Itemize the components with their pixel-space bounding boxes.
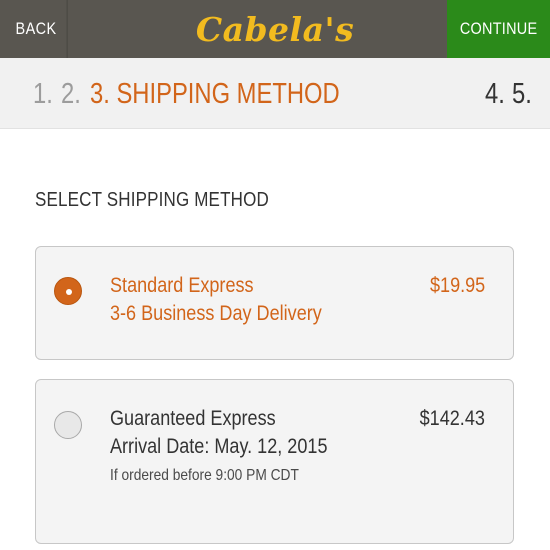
step-5: 5. [512, 78, 532, 110]
step-2[interactable]: 2. [61, 77, 81, 111]
continue-button-label: CONTINUE [459, 19, 538, 38]
option-detail: 3-6 Business Day Delivery [110, 302, 322, 325]
continue-button[interactable]: CONTINUE [447, 0, 550, 58]
option-price: $142.43 [419, 407, 485, 430]
shipping-option-guaranteed[interactable]: Guaranteed Express Arrival Date: May. 12… [35, 379, 514, 544]
option-note: If ordered before 9:00 PM CDT [110, 467, 299, 484]
radio-unselected-icon[interactable] [54, 411, 82, 439]
option-price: $19.95 [429, 274, 485, 297]
checkout-steps: 1. 2. 3. SHIPPING METHOD 4. 5. [0, 58, 550, 129]
option-name: Standard Express [110, 274, 254, 297]
step-4: 4. [485, 78, 505, 110]
section-title: SELECT SHIPPING METHOD [35, 189, 269, 211]
back-button[interactable]: BACK [5, 0, 68, 58]
back-button-label: BACK [15, 19, 57, 38]
shipping-option-standard[interactable]: Standard Express 3-6 Business Day Delive… [35, 246, 514, 360]
option-detail: Arrival Date: May. 12, 2015 [110, 435, 328, 458]
radio-selected-icon[interactable] [54, 277, 82, 305]
step-1[interactable]: 1. [33, 77, 53, 111]
top-bar: BACK Cabela's CONTINUE [0, 0, 550, 58]
step-3-active: 3. SHIPPING METHOD [90, 78, 340, 110]
option-name: Guaranteed Express [110, 407, 276, 430]
